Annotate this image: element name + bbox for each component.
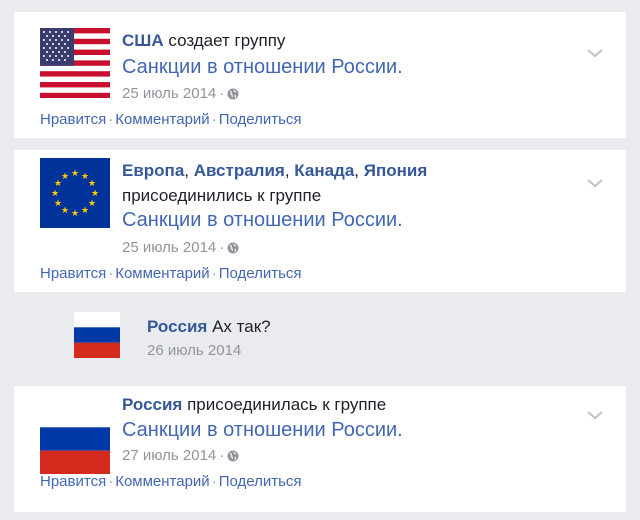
news-feed: США создает группу Санкции в отношении Р… [0, 0, 640, 520]
author-link-canada[interactable]: Канада [294, 161, 354, 180]
russia-flag-avatar[interactable] [74, 312, 120, 358]
post-header: США создает группу [122, 30, 285, 52]
like-link[interactable]: Нравится [40, 265, 106, 282]
svg-text:★: ★ [54, 199, 62, 209]
svg-text:★: ★ [81, 206, 89, 216]
chevron-down-icon[interactable] [584, 404, 606, 426]
globe-icon [227, 242, 239, 254]
svg-text:★: ★ [51, 189, 59, 199]
author-link[interactable]: США [122, 31, 164, 50]
author-link-australia[interactable]: Австралия [194, 161, 285, 180]
post-usa: США создает группу Санкции в отношении Р… [14, 12, 626, 138]
globe-icon [227, 88, 239, 100]
post-date-text[interactable]: 25 июль 2014 [122, 84, 216, 104]
author-link[interactable]: Россия [122, 395, 182, 414]
group-link[interactable]: Санкции в отношении России. [122, 418, 403, 442]
comment-link[interactable]: Комментарий [115, 111, 209, 128]
post-date: 27 июль 2014 · [122, 446, 239, 466]
post-date-text[interactable]: 25 июль 2014 [122, 238, 216, 258]
author-link-japan[interactable]: Япония [364, 161, 428, 180]
usa-flag-avatar[interactable] [40, 28, 110, 98]
share-link[interactable]: Поделиться [219, 111, 302, 128]
eu-flag-avatar[interactable]: ★ ★ ★ ★ ★ ★ ★ ★ ★ ★ ★ ★ [40, 158, 110, 228]
chevron-down-icon[interactable] [584, 42, 606, 64]
svg-text:★: ★ [61, 206, 69, 216]
share-link[interactable]: Поделиться [219, 473, 302, 490]
svg-text:★: ★ [91, 189, 99, 199]
post-date-text[interactable]: 27 июль 2014 [122, 446, 216, 466]
like-link[interactable]: Нравится [40, 473, 106, 490]
comment-date[interactable]: 26 июль 2014 [147, 341, 241, 361]
svg-text:★: ★ [71, 209, 79, 219]
russia-flag-avatar[interactable] [40, 404, 110, 474]
svg-text:★: ★ [61, 172, 69, 182]
comment-russia: Россия Ах так? 26 июль 2014 [14, 298, 626, 378]
comment-link[interactable]: Комментарий [115, 265, 209, 282]
like-link[interactable]: Нравится [40, 111, 106, 128]
post-action-text: создает группу [168, 31, 286, 50]
post-europe: ★ ★ ★ ★ ★ ★ ★ ★ ★ ★ ★ ★ Европа, Австрали… [14, 150, 626, 292]
post-actions: Нравится · Комментарий · Поделиться [40, 265, 302, 282]
post-header: Россия присоединилась к группе [122, 394, 386, 416]
svg-text:★: ★ [71, 169, 79, 179]
group-link[interactable]: Санкции в отношении России. [122, 55, 403, 79]
chevron-down-icon[interactable] [584, 172, 606, 194]
post-action-text: присоединилась к группе [187, 395, 387, 414]
post-date: 25 июль 2014 · [122, 84, 239, 104]
comment-line: Россия Ах так? [147, 316, 271, 338]
post-header: Европа, Австралия, Канада, Япония [122, 161, 428, 180]
post-date: 25 июль 2014 · [122, 238, 239, 258]
comment-text: Ах так? [212, 317, 271, 336]
svg-text:★: ★ [88, 199, 96, 209]
post-action-text: присоединились к группе [122, 186, 322, 205]
svg-text:★: ★ [88, 179, 96, 189]
author-link-europe[interactable]: Европа [122, 161, 184, 180]
post-actions: Нравится · Комментарий · Поделиться [40, 473, 302, 490]
comment-author-link[interactable]: Россия [147, 317, 207, 336]
group-link[interactable]: Санкции в отношении России. [122, 208, 403, 232]
comment-link[interactable]: Комментарий [115, 473, 209, 490]
post-actions: Нравится · Комментарий · Поделиться [40, 111, 302, 128]
post-russia: Россия присоединилась к группе Санкции в… [14, 386, 626, 512]
globe-icon [227, 450, 239, 462]
share-link[interactable]: Поделиться [219, 265, 302, 282]
